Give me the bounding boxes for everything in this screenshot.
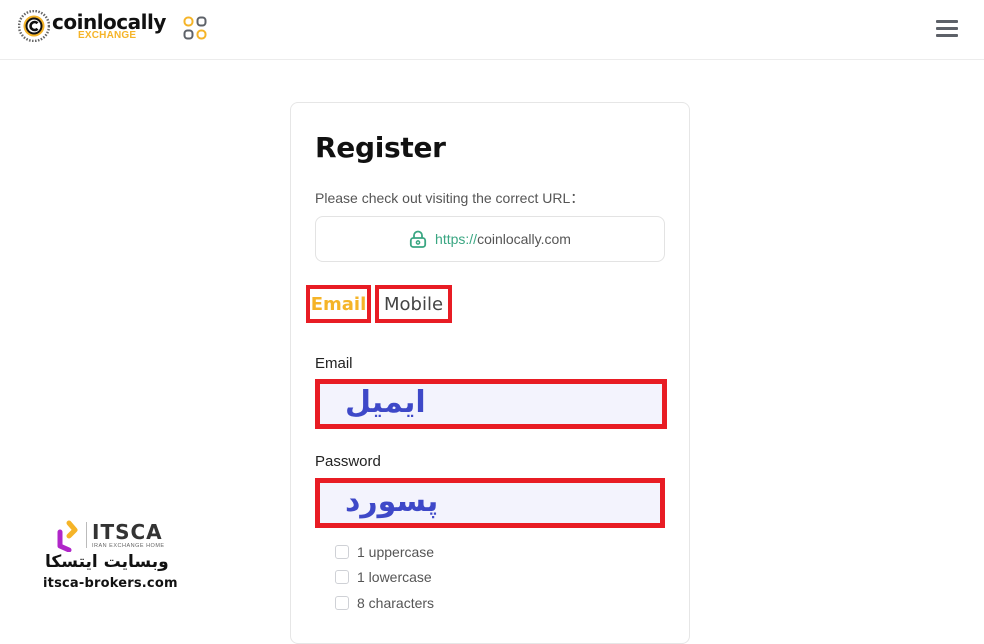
itsca-watermark: ITSCA IRAN EXCHANGE HOME وبسایت ایتسکا i… [0, 514, 190, 594]
tab-mobile[interactable]: Mobile [375, 285, 452, 323]
hamburger-menu-icon[interactable] [936, 20, 958, 37]
watermark-url: itsca-brokers.com [43, 576, 178, 591]
url-hint: Please check out visiting the correct UR… [315, 190, 585, 206]
watermark-persian-text: وبسایت ایتسکا [45, 552, 169, 572]
checkbox-icon[interactable] [335, 595, 349, 610]
requirement-lowercase[interactable]: 1 lowercase [335, 565, 434, 591]
itsca-logo-icon [57, 520, 78, 552]
watermark-divider [86, 522, 87, 548]
page-title: Register [315, 131, 446, 164]
official-url-box: https:// coinlocally.com [315, 216, 665, 262]
password-requirements: 1 uppercase 1 lowercase 8 characters [335, 539, 434, 616]
logo-wordmark: coinlocally [52, 10, 166, 34]
requirement-label: 1 uppercase [357, 543, 435, 560]
email-field[interactable]: ایمیل [315, 379, 667, 429]
watermark-tagline: IRAN EXCHANGE HOME [92, 543, 165, 549]
requirement-label: 8 characters [357, 594, 435, 611]
register-card: Register Please check out visiting the c… [290, 102, 690, 644]
password-label: Password [315, 453, 381, 470]
coin-logo-icon [18, 10, 50, 42]
email-label: Email [315, 355, 353, 372]
checkbox-icon[interactable] [335, 570, 349, 585]
lock-icon [409, 230, 427, 248]
watermark-name: ITSCA [92, 520, 163, 544]
requirement-uppercase[interactable]: 1 uppercase [335, 539, 434, 565]
coinlocally-logo[interactable]: coinlocally EXCHANGE [18, 10, 166, 46]
requirement-length[interactable]: 8 characters [335, 590, 434, 616]
tab-email[interactable]: Email [306, 285, 371, 323]
logo-subtitle: EXCHANGE [78, 30, 137, 41]
grid-dots-icon[interactable] [183, 16, 207, 40]
top-header: coinlocally EXCHANGE [0, 0, 984, 60]
checkbox-icon[interactable] [335, 544, 349, 559]
url-protocol: https:// [435, 231, 478, 247]
url-host: coinlocally.com [477, 231, 571, 247]
password-field[interactable]: پسورد [315, 478, 665, 528]
requirement-label: 1 lowercase [357, 569, 432, 586]
